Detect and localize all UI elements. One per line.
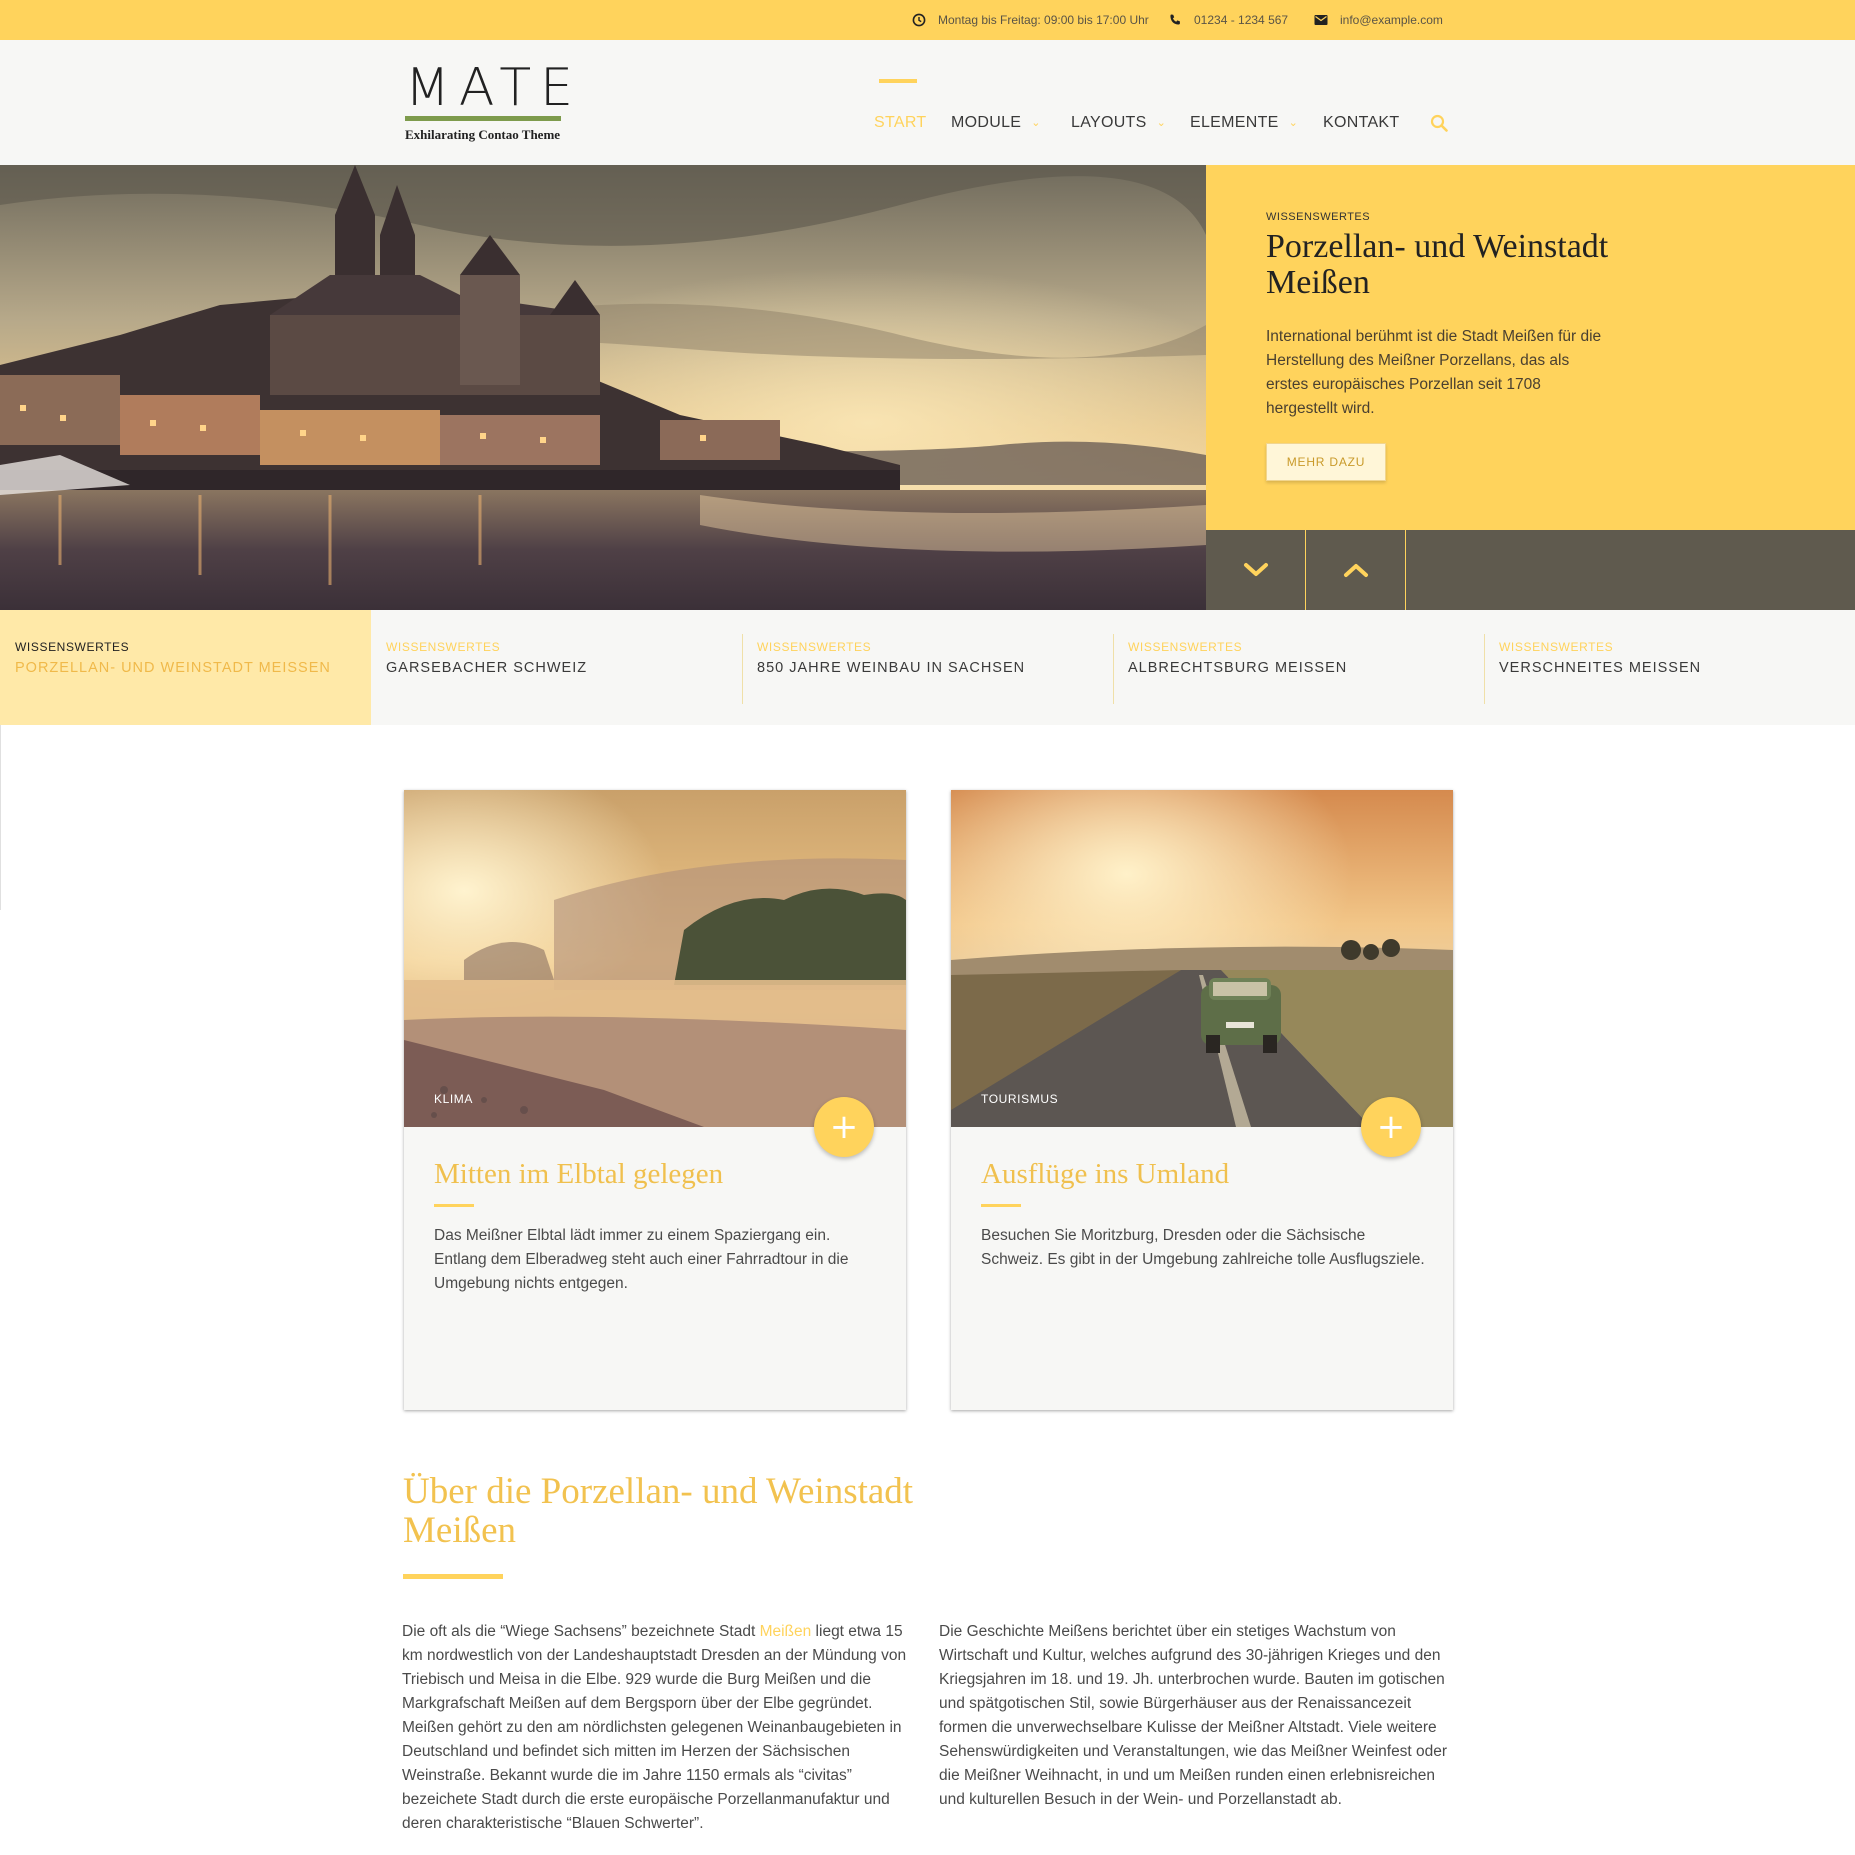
tab-kicker: WISSENSWERTES bbox=[15, 640, 130, 654]
slider-tab[interactable]: WISSENSWERTES 850 JAHRE WEINBAU IN SACHS… bbox=[742, 610, 1113, 725]
about-text-part: Die oft als die “Wiege Sachsens” bezeich… bbox=[402, 1623, 760, 1640]
clock-icon bbox=[912, 13, 926, 27]
site-header: MATE Exhilarating Contao Theme START MOD… bbox=[0, 40, 1855, 165]
card-text: Das Meißner Elbtal lädt immer zu einem S… bbox=[434, 1227, 849, 1292]
hero-image bbox=[0, 165, 1206, 610]
chevron-down-icon bbox=[1243, 563, 1268, 576]
nav-item-label: ELEMENTE bbox=[1190, 113, 1279, 131]
search-icon bbox=[1430, 114, 1448, 132]
more-button[interactable]: MEHR DAZU bbox=[1266, 443, 1386, 481]
tab-kicker: WISSENSWERTES bbox=[386, 640, 501, 654]
phone-icon bbox=[1170, 14, 1180, 25]
nav-item-start[interactable]: START bbox=[874, 80, 926, 165]
card-tag: TOURISMUS bbox=[981, 1092, 1059, 1106]
card-title[interactable]: Mitten im Elbtal gelegen bbox=[434, 1158, 723, 1191]
page-edge-line bbox=[0, 725, 1, 910]
slider-next-button[interactable] bbox=[1206, 530, 1306, 610]
teaser-card[interactable]: TOURISMUS + Ausflüge ins Umland Besuchen… bbox=[951, 790, 1453, 1410]
chevron-down-icon: ⌄ bbox=[1288, 117, 1299, 129]
hero-title: Porzellan- und Weinstadt Meißen bbox=[1266, 228, 1609, 301]
about-column-left: Die oft als die “Wiege Sachsens” bezeich… bbox=[402, 1620, 917, 1836]
card-title-underline bbox=[434, 1204, 474, 1207]
tab-title: VERSCHNEITES MEISSEN bbox=[1499, 660, 1702, 676]
nav-item-label: MODULE bbox=[951, 113, 1022, 131]
card-text: Besuchen Sie Moritzburg, Dresden oder di… bbox=[981, 1227, 1425, 1268]
slider-controls bbox=[1206, 530, 1855, 610]
teaser-card[interactable]: KLIMA + Mitten im Elbtal gelegen Das Mei… bbox=[404, 790, 906, 1410]
chevron-down-icon: ⌄ bbox=[1156, 117, 1167, 129]
mail-icon bbox=[1314, 15, 1328, 25]
hero-text-panel: WISSENSWERTES Porzellan- und Weinstadt M… bbox=[1206, 165, 1855, 530]
plus-icon[interactable]: + bbox=[814, 1097, 874, 1157]
slider-tab[interactable]: WISSENSWERTES ALBRECHTSBURG MEISSEN bbox=[1113, 610, 1484, 725]
tab-title: GARSEBACHER SCHWEIZ bbox=[386, 660, 588, 676]
hero-text: International berühmt ist die Stadt Meiß… bbox=[1266, 328, 1602, 417]
tab-kicker: WISSENSWERTES bbox=[1499, 640, 1614, 654]
search-button[interactable] bbox=[1430, 80, 1448, 165]
tab-divider bbox=[742, 634, 743, 704]
nav-item-label: LAYOUTS bbox=[1071, 113, 1147, 131]
logo-tagline: Exhilarating Contao Theme bbox=[405, 127, 561, 142]
phone-info[interactable]: 01234 - 1234 567 bbox=[1168, 0, 1288, 40]
slider-tab[interactable]: WISSENSWERTES PORZELLAN- UND WEINSTADT M… bbox=[0, 610, 371, 725]
tab-divider bbox=[1113, 634, 1114, 704]
tab-title: ALBRECHTSBURG MEISSEN bbox=[1128, 660, 1348, 676]
section-title: Über die Porzellan- und Weinstadt Meißen bbox=[403, 1471, 914, 1551]
meissen-link[interactable]: Meißen bbox=[760, 1623, 812, 1640]
nav-item-elemente[interactable]: ELEMENTE ⌄ bbox=[1190, 80, 1298, 165]
plus-icon[interactable]: + bbox=[1361, 1097, 1421, 1157]
nav-item-label: KONTAKT bbox=[1323, 113, 1400, 131]
slider-tabs: WISSENSWERTES PORZELLAN- UND WEINSTADT M… bbox=[0, 610, 1855, 725]
card-title[interactable]: Ausflüge ins Umland bbox=[981, 1158, 1229, 1191]
chevron-up-icon bbox=[1343, 564, 1368, 577]
tab-kicker: WISSENSWERTES bbox=[1128, 640, 1243, 654]
logo-wordmark: MATE bbox=[405, 58, 583, 118]
slider-tab[interactable]: WISSENSWERTES GARSEBACHER SCHWEIZ bbox=[371, 610, 742, 725]
opening-hours-text: Montag bis Freitag: 09:00 bis 17:00 Uhr bbox=[938, 13, 1149, 27]
nav-item-label: START bbox=[874, 113, 927, 131]
slider-tab[interactable]: WISSENSWERTES VERSCHNEITES MEISSEN bbox=[1484, 610, 1855, 725]
card-title-underline bbox=[981, 1204, 1021, 1207]
tab-title: PORZELLAN- UND WEINSTADT MEISSEN bbox=[15, 660, 331, 676]
email-text[interactable]: info@example.com bbox=[1340, 13, 1443, 27]
tab-kicker: WISSENSWERTES bbox=[757, 640, 872, 654]
about-column-right: Die Geschichte Meißens berichtet über ei… bbox=[939, 1623, 1448, 1808]
logo[interactable]: MATE Exhilarating Contao Theme bbox=[405, 58, 583, 143]
section-title-underline bbox=[403, 1574, 503, 1579]
about-text-part: liegt etwa 15 km nordwestlich von der La… bbox=[402, 1623, 907, 1832]
card-tag: KLIMA bbox=[434, 1092, 474, 1106]
card-image bbox=[951, 790, 1453, 1127]
nav-item-layouts[interactable]: LAYOUTS ⌄ bbox=[1071, 80, 1166, 165]
top-info-bar: Montag bis Freitag: 09:00 bis 17:00 Uhr … bbox=[0, 0, 1855, 40]
tab-title: 850 JAHRE WEINBAU IN SACHSEN bbox=[757, 660, 1026, 676]
slider-prev-button[interactable] bbox=[1306, 530, 1406, 610]
tab-divider bbox=[1484, 634, 1485, 704]
opening-hours: Montag bis Freitag: 09:00 bis 17:00 Uhr bbox=[912, 0, 1149, 40]
phone-text[interactable]: 01234 - 1234 567 bbox=[1194, 13, 1288, 27]
hero-kicker: WISSENSWERTES bbox=[1266, 211, 1371, 223]
nav-item-module[interactable]: MODULE ⌄ bbox=[951, 80, 1041, 165]
card-image bbox=[404, 790, 906, 1127]
chevron-down-icon: ⌄ bbox=[1031, 117, 1041, 129]
nav-item-kontakt[interactable]: KONTAKT bbox=[1323, 80, 1399, 165]
email-info[interactable]: info@example.com bbox=[1314, 0, 1443, 40]
